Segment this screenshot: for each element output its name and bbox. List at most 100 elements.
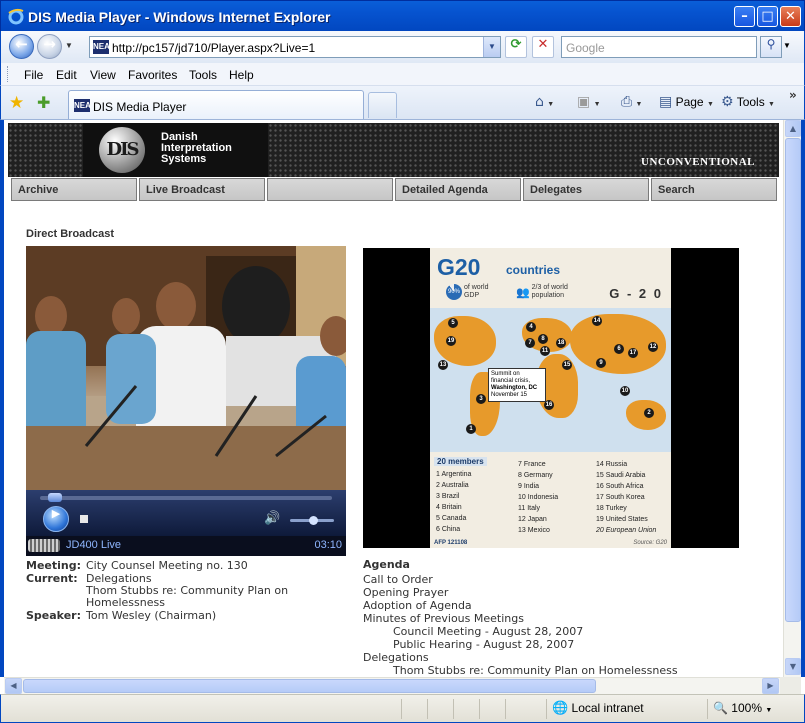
scroll-right-icon[interactable]: ▶ xyxy=(762,678,779,694)
home-button[interactable]: ⌂ ▼ xyxy=(535,94,554,110)
search-options-dropdown-icon[interactable]: ▼ xyxy=(783,41,791,50)
back-button[interactable]: ← xyxy=(9,34,34,59)
maximize-icon: □ xyxy=(761,9,774,24)
security-zone[interactable]: 🌐 Local intranet xyxy=(552,701,644,716)
forward-button[interactable]: → xyxy=(37,34,62,59)
menu-view[interactable]: View xyxy=(90,68,116,82)
video-frame[interactable] xyxy=(26,246,346,490)
nav-search[interactable]: Search xyxy=(651,178,777,201)
nav-detailed-agenda[interactable]: Detailed Agenda xyxy=(395,178,521,201)
toolbar-grip[interactable] xyxy=(7,66,10,82)
volume-icon[interactable]: 🔊 xyxy=(264,511,280,526)
agenda-subitem[interactable]: Thom Stubbs re: Community Plan on Homele… xyxy=(393,664,678,677)
map-marker: 18 xyxy=(556,338,566,348)
nav-empty[interactable] xyxy=(267,178,393,201)
menu-help[interactable]: Help xyxy=(229,68,254,82)
callout-line: Washington, DC xyxy=(491,385,538,391)
new-tab-button[interactable] xyxy=(368,92,397,118)
scroll-left-icon[interactable]: ◀ xyxy=(5,678,22,694)
map-marker: 17 xyxy=(628,348,638,358)
address-input[interactable]: NEA http://pc157/jd710/Player.aspx?Live=… xyxy=(89,36,501,58)
horizontal-scroll-thumb[interactable] xyxy=(23,679,596,693)
agenda-subitem[interactable]: Council Meeting - August 28, 2007 xyxy=(393,625,583,638)
feeds-button[interactable]: ▣ ▼ xyxy=(577,94,601,110)
speaker-value: Tom Wesley (Chairman) xyxy=(86,609,217,622)
speaker-label: Speaker: xyxy=(26,609,81,622)
minimize-button[interactable]: – xyxy=(734,6,755,27)
status-divider xyxy=(427,699,428,719)
members-list: 20 members 1 Argentina 2 Australia 3 Bra… xyxy=(430,454,671,548)
scroll-up-icon[interactable]: ▲ xyxy=(785,120,801,137)
seek-handle[interactable] xyxy=(48,493,63,502)
video-player[interactable]: ▶ 🔊 JD400 Live 03:10 xyxy=(26,246,346,556)
tab-dis-media-player[interactable]: NEA DIS Media Player xyxy=(68,90,364,119)
add-favorite-icon[interactable]: ✚ xyxy=(37,93,50,112)
callout-line: November 15 xyxy=(491,392,528,398)
tools-menu-button[interactable]: ⚙ Tools ▼ xyxy=(721,94,775,110)
address-url[interactable]: http://pc157/jd710/Player.aspx?Live=1 xyxy=(112,41,315,55)
member-item: 7 France xyxy=(518,461,546,468)
toolbar-overflow-icon[interactable]: » xyxy=(789,88,797,102)
site-tagline: UNCONVENTIONAL xyxy=(641,156,755,168)
menu-edit[interactable]: Edit xyxy=(56,68,77,82)
print-icon: ⎙ xyxy=(621,94,633,110)
callout-line: Summit on xyxy=(491,371,520,377)
tab-label: DIS Media Player xyxy=(93,100,187,114)
map-marker: 6 xyxy=(614,344,624,354)
seek-bar[interactable] xyxy=(40,493,332,502)
vertical-scroll-thumb[interactable] xyxy=(785,138,801,622)
close-icon: ✕ xyxy=(785,9,796,24)
search-input[interactable]: Google xyxy=(561,36,757,58)
horizontal-scrollbar[interactable]: ◀ ▶ xyxy=(4,677,780,694)
menu-favorites[interactable]: Favorites xyxy=(128,68,177,82)
nav-live-broadcast[interactable]: Live Broadcast xyxy=(139,178,265,201)
g20-logo: G - 2 0 xyxy=(609,286,663,301)
zone-label: Local intranet xyxy=(571,701,644,715)
tab-favicon-icon: NEA xyxy=(74,99,91,112)
page-menu-button[interactable]: ▤ Page ▼ xyxy=(659,94,714,110)
members-column-1: 1 Argentina 2 Australia 3 Brazil 4 Brita… xyxy=(436,469,471,535)
stop-button[interactable]: ✕ xyxy=(532,36,554,58)
tools-menu-label: Tools xyxy=(736,95,765,109)
member-item: 3 Brazil xyxy=(436,493,460,500)
favorites-star-icon[interactable]: ★ xyxy=(9,93,24,113)
site-nav: Archive Live Broadcast Detailed Agenda D… xyxy=(11,178,779,201)
refresh-button[interactable]: ⟳ xyxy=(505,36,527,58)
print-button[interactable]: ⎙ ▼ xyxy=(621,94,642,110)
agenda-item[interactable]: Call to Order xyxy=(363,573,433,586)
zoom-level[interactable]: 🔍 100% ▼ xyxy=(713,701,772,715)
agenda-subitem[interactable]: Public Hearing - August 28, 2007 xyxy=(393,638,574,651)
menu-file[interactable]: File xyxy=(24,68,43,82)
minimize-icon: – xyxy=(741,9,748,24)
gdp-stat: 90% of world GDP xyxy=(446,284,488,300)
agenda-item[interactable]: Opening Prayer xyxy=(363,586,448,599)
play-button[interactable]: ▶ xyxy=(43,506,69,532)
map-marker: 13 xyxy=(438,360,448,370)
close-button[interactable]: ✕ xyxy=(780,6,801,27)
site-logo[interactable]: DIS Danish Interpretation Systems xyxy=(83,123,268,177)
meeting-value: City Counsel Meeting no. 130 xyxy=(86,559,248,572)
agenda-item[interactable]: Adoption of Agenda xyxy=(363,599,472,612)
volume-slider[interactable] xyxy=(290,516,334,525)
nav-archive[interactable]: Archive xyxy=(11,178,137,201)
address-dropdown-icon[interactable]: ▼ xyxy=(483,37,500,57)
map-marker: 2 xyxy=(644,408,654,418)
nav-delegates[interactable]: Delegates xyxy=(523,178,649,201)
stream-time: 03:10 xyxy=(314,539,342,551)
map-marker: 4 xyxy=(526,322,536,332)
summit-callout: Summit on financial crisis, Washington, … xyxy=(488,368,546,402)
stop-playback-button[interactable] xyxy=(80,515,88,523)
agenda-item[interactable]: Minutes of Previous Meetings xyxy=(363,612,524,625)
member-item: 9 India xyxy=(518,483,540,490)
volume-handle[interactable] xyxy=(309,516,319,525)
agenda-item[interactable]: Delegations xyxy=(363,651,429,664)
menu-tools[interactable]: Tools xyxy=(189,68,217,82)
scroll-down-icon[interactable]: ▼ xyxy=(785,658,801,675)
afp-credit: AFP 121108 xyxy=(434,540,468,546)
maximize-button[interactable]: □ xyxy=(757,6,778,27)
map-marker: 7 xyxy=(525,338,535,348)
map-marker: 19 xyxy=(446,336,456,346)
recent-pages-dropdown-icon[interactable]: ▼ xyxy=(65,41,73,50)
search-button[interactable]: ⚲ xyxy=(760,36,782,58)
vertical-scrollbar[interactable]: ▲ ▼ xyxy=(783,120,801,677)
